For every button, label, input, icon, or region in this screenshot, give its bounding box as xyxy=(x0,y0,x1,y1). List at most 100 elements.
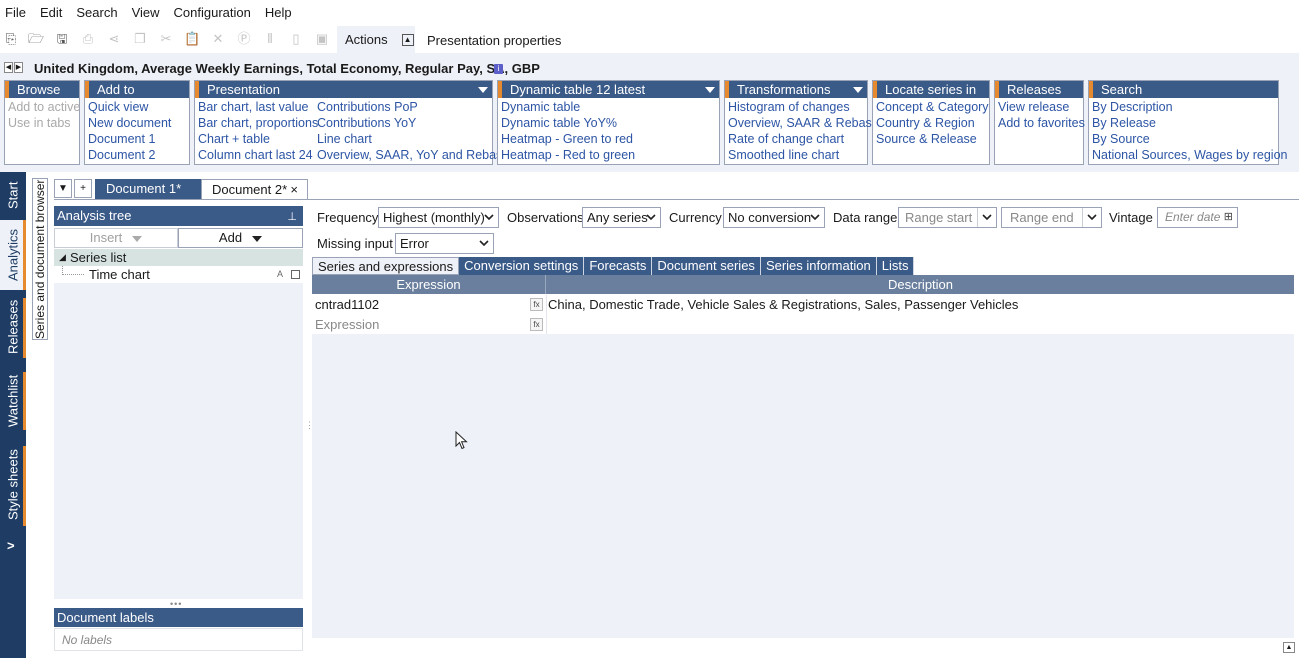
menu-configuration[interactable]: Configuration xyxy=(174,5,251,20)
bar-chart-last-value-link[interactable]: Bar chart, last value xyxy=(198,100,308,114)
function-icon[interactable]: fx xyxy=(530,298,543,311)
vintage-date-input[interactable]: Enter date ⊞ xyxy=(1157,207,1238,228)
add-tab-icon[interactable]: + xyxy=(74,179,92,198)
range-end-select[interactable]: Range end xyxy=(1001,207,1102,228)
column-expression[interactable]: Expression xyxy=(312,275,546,294)
chart-table-link[interactable]: Chart + table xyxy=(198,132,270,146)
dynamic-table-yoy-link[interactable]: Dynamic table YoY% xyxy=(501,116,617,130)
national-sources-link[interactable]: National Sources, Wages by region xyxy=(1092,148,1287,162)
info-icon[interactable]: i xyxy=(494,64,503,74)
dropdown-arrow-icon[interactable] xyxy=(853,87,863,93)
overview-saar-yoy-rebase-link[interactable]: Overview, SAAR, YoY and Rebase xyxy=(317,148,509,162)
quick-view-link[interactable]: Quick view xyxy=(88,100,148,114)
dropdown-arrow-icon[interactable] xyxy=(478,87,488,93)
view-release-link[interactable]: View release xyxy=(998,100,1069,114)
open-folder-icon[interactable]: 🗁 xyxy=(28,31,44,47)
copy-icon[interactable]: ❐ xyxy=(132,31,148,47)
delete-icon[interactable]: ✕ xyxy=(210,31,226,47)
pin-icon[interactable]: ⊥ xyxy=(287,207,297,227)
contributions-yoy-link[interactable]: Contributions YoY xyxy=(317,116,416,130)
concept-category-link[interactable]: Concept & Category xyxy=(876,100,989,114)
document-2-link[interactable]: Document 2 xyxy=(88,148,155,162)
by-description-link[interactable]: By Description xyxy=(1092,100,1173,114)
rate-of-change-link[interactable]: Rate of change chart xyxy=(728,132,844,146)
expression-cell[interactable]: cntrad1102 xyxy=(315,295,379,315)
collapse-triangle-icon[interactable]: ◢ xyxy=(59,249,66,266)
menu-edit[interactable]: Edit xyxy=(40,5,62,20)
collapse-up-icon[interactable]: ▲ xyxy=(401,33,414,46)
tab-menu-icon[interactable]: ▼ xyxy=(54,179,72,198)
save-icon[interactable]: 🖫 xyxy=(54,31,70,47)
overview-saar-rebase-link[interactable]: Overview, SAAR & Rebase xyxy=(728,116,879,130)
country-region-link[interactable]: Country & Region xyxy=(876,116,975,130)
tab-document-2[interactable]: Document 2* × xyxy=(201,179,308,200)
next-arrow-icon[interactable]: ▶ xyxy=(14,62,23,73)
missing-input-select[interactable]: Error xyxy=(395,233,494,254)
column-chart-last-24-link[interactable]: Column chart last 24 xyxy=(198,148,313,162)
tree-node-time-chart[interactable]: Time chart A xyxy=(54,266,303,283)
function-icon[interactable]: fx xyxy=(530,318,543,331)
popout-icon[interactable] xyxy=(291,270,300,279)
add-button[interactable]: Add xyxy=(178,228,303,248)
bar-chart-proportions-link[interactable]: Bar chart, proportions xyxy=(198,116,318,130)
frequency-select[interactable]: Highest (monthly) xyxy=(378,207,499,228)
source-release-link[interactable]: Source & Release xyxy=(876,132,977,146)
dynamic-table-title[interactable]: Dynamic table 12 latest observations xyxy=(498,81,719,114)
range-start-select[interactable]: Range start xyxy=(898,207,997,228)
series-document-browser-tab[interactable]: Series and document browser xyxy=(32,178,48,340)
new-document-link[interactable]: New document xyxy=(88,116,171,130)
use-in-tabs-link[interactable]: Use in tabs xyxy=(8,116,71,130)
histogram-changes-link[interactable]: Histogram of changes xyxy=(728,100,850,114)
new-document-icon[interactable]: ⎘ xyxy=(3,31,19,47)
tab-conversion-settings[interactable]: Conversion settings xyxy=(459,257,585,275)
close-tab-icon[interactable]: × xyxy=(290,180,298,199)
table-row[interactable]: cntrad1102 fx China, Domestic Trade, Veh… xyxy=(312,295,1294,315)
expression-placeholder[interactable]: Expression xyxy=(315,315,379,335)
expand-icon[interactable]: > xyxy=(7,538,15,553)
document-1-link[interactable]: Document 1 xyxy=(88,132,155,146)
tab-series-information[interactable]: Series information xyxy=(760,257,877,275)
structure-icon[interactable]: ⫴ xyxy=(262,31,278,47)
presentation-title[interactable]: Presentation xyxy=(195,81,492,98)
column-description[interactable]: Description xyxy=(547,275,1294,294)
previous-arrow-icon[interactable]: ◀ xyxy=(4,62,13,73)
add-to-active-link[interactable]: Add to active xyxy=(8,100,80,114)
actions-tab[interactable]: Actions ▲ xyxy=(337,26,415,53)
cut-icon[interactable]: ✂ xyxy=(158,31,174,47)
menu-help[interactable]: Help xyxy=(265,5,292,20)
tree-node-series-list[interactable]: ◢ Series list xyxy=(54,249,303,266)
publish-icon[interactable]: Ⓟ xyxy=(236,31,252,47)
paste-icon[interactable]: 📋 xyxy=(184,31,200,47)
column-icon[interactable]: ▯ xyxy=(288,31,304,47)
tab-document-series[interactable]: Document series xyxy=(652,257,761,275)
tab-document-1[interactable]: Document 1* xyxy=(95,179,201,199)
menu-file[interactable]: File xyxy=(5,5,26,20)
tab-series-expressions[interactable]: Series and expressions xyxy=(312,257,460,275)
insert-button[interactable]: Insert xyxy=(54,228,178,248)
scroll-up-icon[interactable]: ▲ xyxy=(1283,642,1295,653)
dropdown-arrow-icon[interactable] xyxy=(705,87,715,93)
currency-select[interactable]: No conversion xyxy=(723,207,825,228)
tab-lists[interactable]: Lists xyxy=(876,257,915,275)
table-row-new[interactable]: Expression fx xyxy=(312,315,1294,335)
smoothed-line-link[interactable]: Smoothed line chart xyxy=(728,148,839,162)
add-favorites-link[interactable]: Add to favorites xyxy=(998,116,1085,130)
side-tab-start[interactable]: Start xyxy=(0,172,26,218)
calendar-icon[interactable]: ⊞ xyxy=(1224,208,1233,227)
heatmap-red-green-link[interactable]: Heatmap - Red to green xyxy=(501,148,635,162)
contributions-pop-link[interactable]: Contributions PoP xyxy=(317,100,418,114)
by-release-link[interactable]: By Release xyxy=(1092,116,1156,130)
observations-select[interactable]: Any series xyxy=(582,207,661,228)
heatmap-green-red-link[interactable]: Heatmap - Green to red xyxy=(501,132,633,146)
dynamic-table-link[interactable]: Dynamic table xyxy=(501,100,580,114)
picture-icon[interactable]: ▣ xyxy=(314,31,330,47)
print-icon[interactable]: ⎙ xyxy=(80,31,96,47)
menu-view[interactable]: View xyxy=(132,5,160,20)
tab-forecasts[interactable]: Forecasts xyxy=(584,257,653,275)
share-icon[interactable]: ⋖ xyxy=(106,31,122,47)
line-chart-link[interactable]: Line chart xyxy=(317,132,372,146)
presentation-properties-tab[interactable]: Presentation properties xyxy=(427,33,561,48)
menu-search[interactable]: Search xyxy=(76,5,117,20)
transformations-title[interactable]: Transformations xyxy=(725,81,867,98)
by-source-link[interactable]: By Source xyxy=(1092,132,1150,146)
